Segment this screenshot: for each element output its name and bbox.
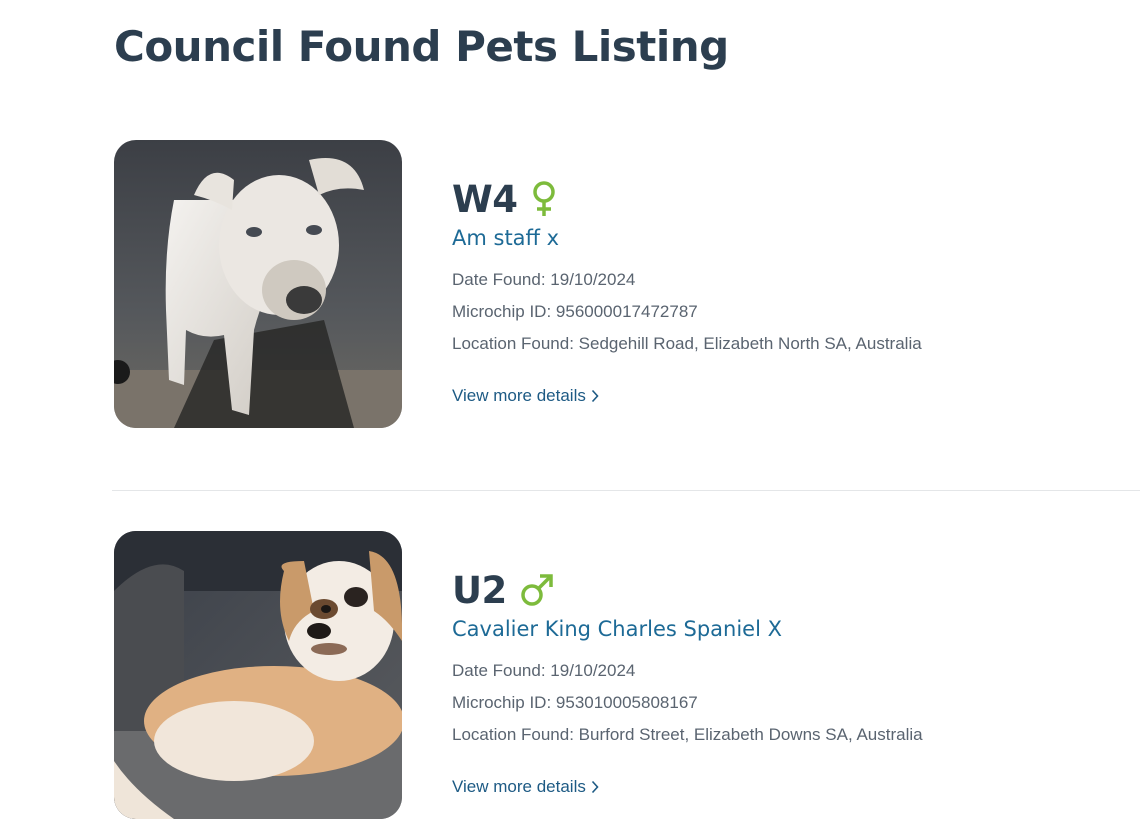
pet-card: W4 Am staff x Date Found: 19/10/2024 Mic… xyxy=(114,140,1140,430)
view-more-details-link[interactable]: View more details xyxy=(452,777,599,797)
pet-photo[interactable] xyxy=(114,140,402,428)
location-found: Location Found: Burford Street, Elizabet… xyxy=(452,725,923,744)
pet-card: U2 Cavalier King Charles Spaniel X Date … xyxy=(114,531,1140,821)
date-found: Date Found: 19/10/2024 xyxy=(452,661,636,680)
location-found: Location Found: Sedgehill Road, Elizabet… xyxy=(452,334,922,353)
pet-info: W4 Am staff x Date Found: 19/10/2024 Mic… xyxy=(452,176,1132,406)
pet-id: U2 xyxy=(452,568,507,612)
pet-breed: Cavalier King Charles Spaniel X xyxy=(452,617,782,641)
view-more-details-link[interactable]: View more details xyxy=(452,386,599,406)
page-title: Council Found Pets Listing xyxy=(114,22,729,71)
chevron-right-icon xyxy=(591,389,599,403)
microchip-id: Microchip ID: 953010005808167 xyxy=(452,693,698,712)
date-found: Date Found: 19/10/2024 xyxy=(452,270,636,289)
pet-info: U2 Cavalier King Charles Spaniel X Date … xyxy=(452,567,1132,797)
view-more-details-label: View more details xyxy=(452,777,586,796)
name-row: U2 xyxy=(452,567,1132,613)
chevron-right-icon xyxy=(591,780,599,794)
pet-photo[interactable] xyxy=(114,531,402,819)
divider xyxy=(112,490,1140,491)
pet-id: W4 xyxy=(452,177,518,221)
page: Council Found Pets Listing W4 Am staff x… xyxy=(0,0,1140,831)
view-more-details-label: View more details xyxy=(452,386,586,405)
female-icon xyxy=(530,180,558,218)
microchip-id: Microchip ID: 956000017472787 xyxy=(452,302,698,321)
male-icon xyxy=(519,572,555,608)
name-row: W4 xyxy=(452,176,1132,222)
pet-breed: Am staff x xyxy=(452,226,560,250)
